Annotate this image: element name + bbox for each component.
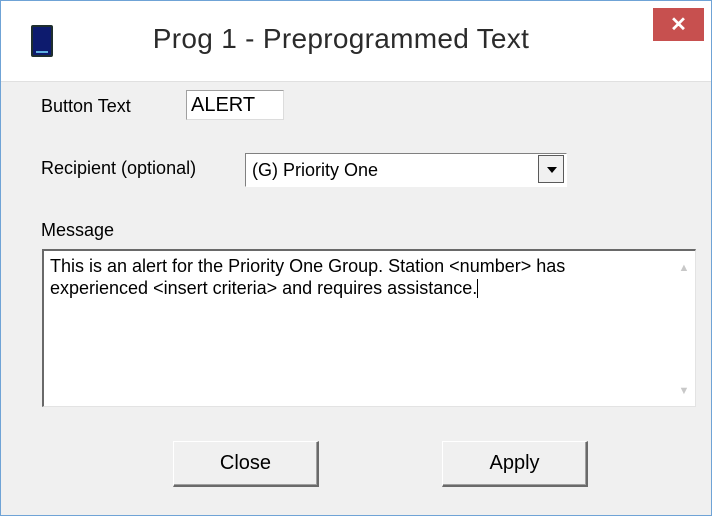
window-title: Prog 1 - Preprogrammed Text <box>152 23 530 54</box>
close-button[interactable]: Close <box>173 441 319 487</box>
dialog-body: Button Text ALERT Recipient (optional) (… <box>1 82 711 515</box>
text-cursor <box>477 279 479 298</box>
button-text-input[interactable]: ALERT <box>186 90 284 120</box>
recipient-label: Recipient (optional) <box>41 158 197 178</box>
scroll-down-arrow-icon[interactable]: ▼ <box>677 384 691 398</box>
scroll-up-arrow-icon[interactable]: ▲ <box>677 261 691 275</box>
window-close-button[interactable]: ✕ <box>653 8 704 41</box>
recipient-select[interactable]: (G) Priority One <box>245 153 567 187</box>
message-scrollbar[interactable]: ▲ ▼ <box>673 251 695 406</box>
message-text: This is an alert for the Priority One Gr… <box>50 255 662 299</box>
title-bar[interactable]: Prog 1 - Preprogrammed Text ✕ <box>1 1 711 82</box>
apply-button[interactable]: Apply <box>442 441 588 487</box>
message-label: Message <box>41 220 115 240</box>
recipient-selected-value: (G) Priority One <box>252 160 379 180</box>
button-text-label: Button Text <box>41 96 131 116</box>
message-textarea[interactable]: This is an alert for the Priority One Gr… <box>42 249 696 407</box>
close-icon: ✕ <box>670 14 687 36</box>
message-content: This is an alert for the Priority One Gr… <box>50 256 566 298</box>
dialog-window: Prog 1 - Preprogrammed Text ✕ Button Tex… <box>0 0 712 516</box>
chevron-down-icon[interactable] <box>538 155 564 183</box>
